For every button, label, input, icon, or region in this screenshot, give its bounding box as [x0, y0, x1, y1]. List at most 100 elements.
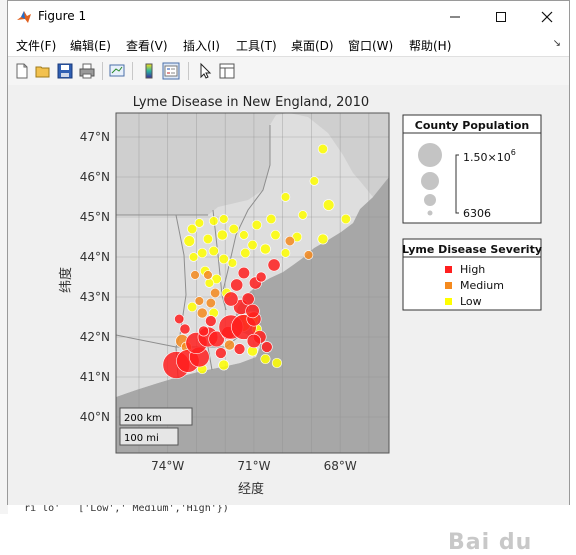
size-legend-max-label: 1.50×106 — [463, 148, 516, 164]
property-inspector-icon[interactable] — [218, 62, 236, 80]
menu-tools[interactable]: 工具(T) — [236, 37, 277, 54]
county-point-medium — [210, 287, 221, 299]
new-figure-icon[interactable] — [13, 62, 31, 80]
maximize-button[interactable] — [478, 1, 524, 32]
size-legend-max-mantissa: 1.50×10 — [463, 151, 511, 164]
size-legend-title: County Population — [415, 119, 530, 132]
county-point-low — [208, 245, 219, 257]
y-tick-label: 44°N — [80, 250, 110, 264]
county-point-high — [241, 292, 255, 306]
county-point-medium — [203, 270, 213, 280]
size-legend-min-label: 6306 — [463, 207, 491, 220]
menu-desktop[interactable]: 桌面(D) — [291, 37, 334, 54]
county-point-high — [198, 325, 210, 337]
county-point-high — [245, 303, 260, 319]
county-point-low — [270, 229, 281, 241]
baidu-watermark-logo: Bai du — [448, 530, 533, 555]
menu-window[interactable]: 窗口(W) — [348, 37, 393, 54]
size-legend-max-exponent: 6 — [511, 148, 516, 157]
y-tick-label: 42°N — [80, 330, 110, 344]
county-point-high — [205, 315, 217, 327]
county-point-low — [271, 357, 282, 369]
county-point-low — [228, 223, 239, 235]
county-point-low — [317, 233, 329, 245]
size-legend-medium-marker — [421, 172, 439, 190]
colorbar-icon[interactable] — [140, 62, 158, 80]
legend-icon[interactable] — [162, 62, 180, 80]
link-plot-icon[interactable] — [108, 62, 126, 80]
county-point-high — [233, 343, 246, 355]
county-point-low — [183, 235, 196, 247]
county-point-high — [223, 291, 239, 307]
county-point-low — [227, 258, 238, 268]
menu-edit[interactable]: 编辑(E) — [70, 37, 111, 54]
maximize-icon — [496, 11, 506, 22]
county-point-low — [218, 253, 229, 265]
severity-legend-label-low: Low — [460, 295, 482, 308]
minimize-button[interactable] — [432, 1, 478, 32]
county-point-medium — [196, 307, 208, 319]
title-bar: Figure 1 — [8, 1, 569, 32]
county-point-medium — [303, 250, 314, 260]
county-point-low — [260, 353, 271, 365]
y-tick-label: 45°N — [80, 210, 110, 224]
county-point-low — [260, 243, 271, 255]
severity-legend-marker-low — [445, 298, 452, 305]
severity-legend-marker-high — [445, 266, 452, 273]
county-point-high — [174, 313, 185, 325]
county-point-high — [215, 347, 227, 359]
severity-legend-marker-medium — [445, 282, 452, 289]
county-point-low — [216, 229, 228, 241]
menu-help[interactable]: 帮助(H) — [409, 37, 451, 54]
y-axis-label: 纬度 — [58, 267, 74, 293]
close-icon — [541, 11, 553, 22]
menu-bar: 文件(F) 编辑(E) 查看(V) 插入(I) 工具(T) 桌面(D) 窗口(W… — [8, 32, 569, 56]
county-point-low — [209, 216, 219, 226]
save-icon[interactable] — [56, 62, 74, 80]
county-point-low — [197, 247, 208, 259]
severity-legend-label-medium: Medium — [460, 279, 504, 292]
county-point-medium — [284, 235, 295, 247]
county-point-medium — [194, 296, 205, 306]
scalebar-km-label: 200 km — [124, 413, 162, 424]
county-point-low — [240, 247, 251, 259]
county-point-medium — [224, 339, 235, 351]
x-tick-label: 74°W — [151, 459, 184, 473]
close-button[interactable] — [524, 1, 570, 32]
figure-window: Figure 1 文件(F) 编辑(E) 查看(V) 插入(I) 工具(T) 桌… — [7, 0, 570, 555]
county-point-low — [239, 230, 249, 240]
menu-view[interactable]: 查看(V) — [126, 37, 168, 54]
county-point-low — [251, 219, 262, 231]
x-axis-label: 经度 — [238, 481, 264, 497]
severity-legend[interactable]: Lyme Disease Severity High Medium Low — [402, 238, 542, 311]
open-file-icon[interactable] — [34, 62, 52, 80]
county-point-high — [267, 258, 281, 272]
window-title: Figure 1 — [38, 9, 87, 23]
county-point-low — [247, 239, 258, 251]
edit-plot-icon[interactable] — [196, 62, 214, 80]
county-point-low — [202, 233, 214, 245]
print-icon[interactable] — [78, 62, 96, 80]
county-point-high — [246, 333, 262, 349]
y-tick-label: 46°N — [80, 170, 110, 184]
county-point-high — [255, 271, 267, 283]
menu-insert[interactable]: 插入(I) — [183, 37, 220, 54]
size-legend[interactable]: County Population 1.50×106 6306 — [402, 114, 542, 224]
map-axes[interactable]: 200 km 100 mi — [115, 112, 390, 454]
dock-arrow-icon[interactable]: ↘ — [553, 38, 561, 49]
toolbar-separator — [188, 62, 189, 80]
figure-canvas: Lyme Disease in New England, 2010 200 km… — [8, 85, 569, 555]
county-point-low — [298, 210, 308, 220]
menu-file[interactable]: 文件(F) — [16, 37, 56, 54]
size-legend-large-marker — [418, 143, 442, 167]
plot-title: Lyme Disease in New England, 2010 — [133, 95, 369, 110]
county-point-low — [188, 252, 199, 262]
size-legend-min-marker — [427, 210, 433, 216]
size-legend-small-marker — [424, 194, 436, 206]
county-point-low — [219, 214, 229, 224]
county-point-low — [280, 248, 291, 258]
county-point-low — [204, 278, 215, 288]
county-point-medium — [190, 270, 200, 280]
county-point-high — [261, 341, 273, 353]
county-point-low — [266, 213, 277, 225]
